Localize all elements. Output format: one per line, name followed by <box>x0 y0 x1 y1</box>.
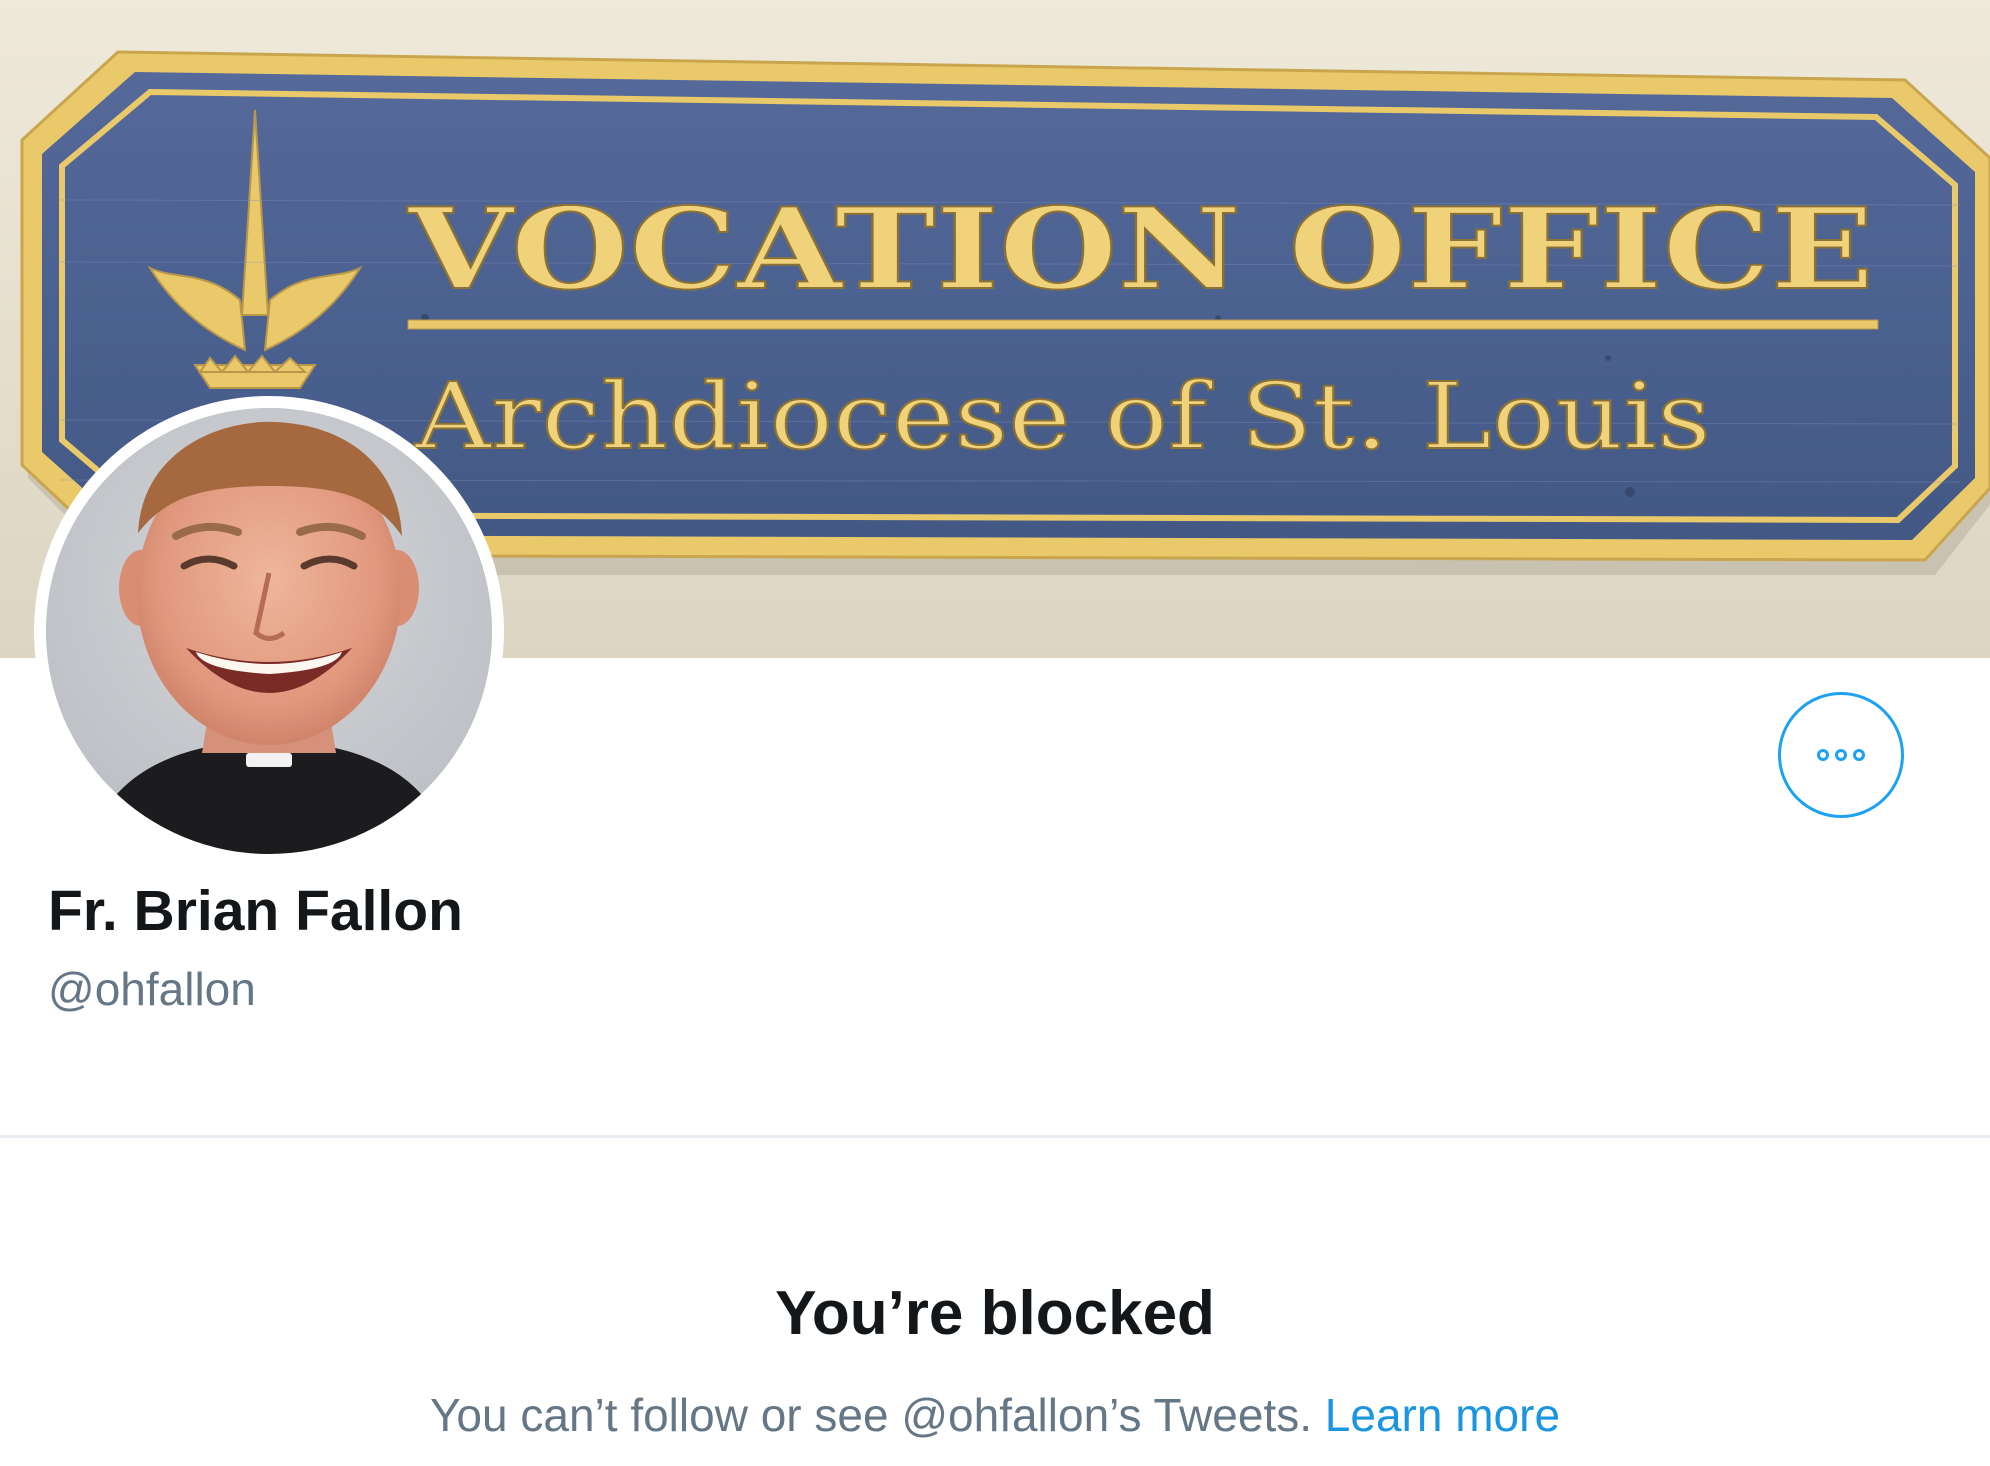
more-dots-icon <box>1817 749 1865 761</box>
section-divider <box>0 1135 1990 1138</box>
profile-display-name: Fr. Brian Fallon <box>48 879 463 943</box>
blocked-title: You’re blocked <box>775 1279 1215 1348</box>
more-options-button[interactable] <box>1778 692 1904 818</box>
learn-more-link[interactable]: Learn more <box>1325 1389 1560 1441</box>
avatar-photo <box>46 408 492 854</box>
profile-handle: @ohfallon <box>48 963 256 1015</box>
blocked-description: You can’t follow or see @ohfallon’s Twee… <box>0 1388 1990 1442</box>
blocked-description-text: You can’t follow or see @ohfallon’s Twee… <box>429 1389 1313 1441</box>
sign-line-2: Archdiocese of St. Louis <box>414 363 1711 470</box>
sign-line-1: VOCATION OFFICE <box>407 184 1874 315</box>
profile-avatar[interactable] <box>34 396 504 866</box>
